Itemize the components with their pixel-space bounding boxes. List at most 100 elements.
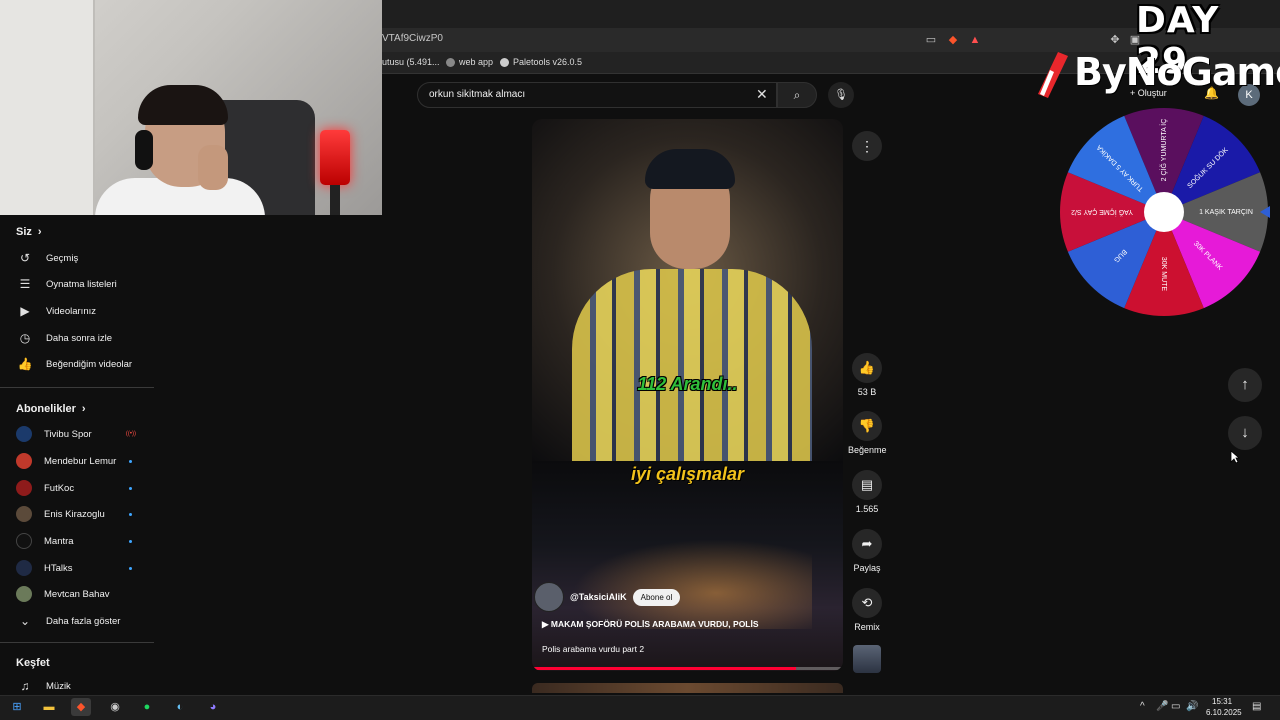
webcam-microphone [320, 130, 350, 185]
sidebar-divider [0, 642, 154, 643]
dislike-button[interactable]: 👎 Beğenme [848, 411, 887, 455]
sidebar-item-history[interactable]: ↺ Geçmiş [16, 247, 146, 269]
sidebar-subscription-item[interactable]: Mevtcan Bahav [16, 583, 146, 605]
arrow-up-icon: ↑ [1241, 376, 1249, 393]
sidebar-subscription-item[interactable]: Mendebur Lemur [16, 450, 146, 472]
like-button[interactable]: 👍 53 B [848, 353, 886, 397]
video-person-hair [645, 149, 735, 189]
thumbs-up-icon: 👍 [852, 353, 882, 383]
show-more-label: Daha fazla göster [46, 615, 121, 627]
heading-label: Siz [16, 226, 32, 238]
brave-rewards-icon[interactable]: ▲ [968, 33, 982, 47]
comments-button[interactable]: ▤ 1.565 [848, 470, 886, 514]
more-options-button[interactable]: ⋮ [852, 131, 882, 161]
bookmark-item[interactable]: utusu (5.491... [382, 57, 440, 67]
chevron-right-icon: › [81, 403, 86, 415]
search-button[interactable]: ⌕ [777, 82, 817, 108]
file-explorer-button[interactable]: ▬ [39, 698, 59, 716]
video-caption-top: 112 Arandı.. [637, 374, 738, 394]
steam-button[interactable]: ◐ [170, 698, 190, 716]
share-button[interactable]: ➦ Paylaş [848, 529, 886, 573]
notification-center-icon[interactable]: ▤ [1252, 701, 1261, 712]
chevron-down-icon: ⌄ [19, 614, 31, 628]
video-title[interactable]: ▶ MAKAM ŞOFÖRÜ POLİS ARABAMA VURDU, POLİ… [542, 619, 759, 630]
sidebar-show-more[interactable]: ⌄ Daha fazla göster [16, 610, 146, 632]
microphone-tray-icon[interactable]: 🎤 [1156, 701, 1168, 712]
tray-overflow-icon[interactable]: ^ [1140, 701, 1145, 712]
your-videos-icon: ▶ [20, 304, 30, 318]
extensions-icon[interactable]: ✥ [1108, 33, 1122, 47]
share-label: Paylaş [853, 563, 881, 573]
shorts-player[interactable]: 112 Arandı.. iyi çalışmalar @TaksiciAliK… [532, 119, 843, 671]
bookmark-item[interactable]: Paletools v26.0.5 [500, 57, 582, 67]
obs-icon: ◉ [110, 701, 120, 713]
network-icon[interactable]: ▭ [1171, 701, 1180, 712]
sidebar-subscriptions-heading[interactable]: Abonelikler › [16, 403, 86, 415]
channel-avatar [16, 480, 32, 496]
bookmark-label: utusu (5.491... [382, 57, 440, 67]
new-content-dot [129, 512, 132, 516]
music-icon: ♫ [20, 679, 30, 693]
brave-browser-button[interactable]: ◆ [71, 698, 91, 716]
sidebar-item-label: Daha sonra izle [46, 332, 113, 344]
wheel-segment-label: YAĞ İÇME ÇAY S/2 [1071, 208, 1133, 217]
folder-icon: ▬ [43, 701, 55, 713]
sidebar-item-your-videos[interactable]: ▶ Videolarınız [16, 300, 146, 322]
channel-avatar [16, 506, 32, 522]
wheel-center [1144, 192, 1184, 232]
next-short-button[interactable]: ↓ [1228, 416, 1262, 450]
webcam-person-hand [198, 145, 228, 190]
obs-button[interactable]: ◉ [105, 698, 125, 716]
voice-search-button[interactable]: 🎙 [828, 82, 854, 108]
microphone-icon: 🎙 [834, 89, 848, 101]
spotify-button[interactable]: ● [137, 698, 157, 716]
discord-button[interactable]: ◕ [203, 698, 223, 716]
bookmark-label: web app [459, 57, 494, 67]
subscribe-button[interactable]: Abone ol [632, 588, 681, 606]
clock-time[interactable]: 15:31 [1212, 697, 1232, 706]
start-button[interactable]: ⊞ [7, 698, 27, 716]
volume-icon[interactable]: 🔊 [1186, 701, 1198, 712]
watch-later-icon: ◷ [19, 331, 31, 345]
bookmark-label: Paletools v26.0.5 [513, 57, 583, 67]
clock-date[interactable]: 6.10.2025 [1206, 708, 1242, 717]
discord-icon: ◕ [209, 701, 217, 713]
channel-name: Mendebur Lemur [44, 455, 117, 467]
channel-avatar [16, 560, 32, 576]
channel-handle[interactable]: @TaksiciAliK [570, 592, 627, 602]
cast-icon[interactable]: ▭ [924, 33, 938, 47]
webcam-mic-stand [330, 185, 340, 215]
webcam-person-hair [138, 85, 228, 125]
search-input[interactable]: orkun sikitmak almacı [429, 89, 525, 100]
sidebar-subscription-item[interactable]: Tivibu Spor ((•)) [16, 423, 146, 445]
sidebar-subscription-item[interactable]: Mantra [16, 530, 146, 552]
channel-name: Enis Kirazoglu [44, 508, 105, 520]
bookmark-favicon-icon [446, 57, 455, 67]
channel-avatar[interactable] [534, 582, 564, 612]
sidebar-item-playlists[interactable]: ☰ Oynatma listeleri [16, 273, 146, 295]
clear-search-icon[interactable]: ✕ [756, 87, 768, 101]
sidebar-item-liked-videos[interactable]: 👍 Beğendiğim videolar [16, 353, 146, 375]
video-person-shirt [572, 269, 812, 461]
spotify-icon: ● [143, 701, 151, 713]
steam-icon: ◐ [176, 701, 184, 713]
sidebar-item-label: Videolarınız [46, 305, 96, 317]
thumbs-down-icon: 👎 [852, 411, 882, 441]
sidebar-subscription-item[interactable]: Enis Kirazoglu [16, 503, 146, 525]
sidebar-subscription-item[interactable]: FutKoc [16, 477, 146, 499]
video-description: Polis arabama vurdu part 2 [542, 644, 645, 654]
brave-shield-icon[interactable]: ◆ [946, 33, 960, 47]
sidebar-subscription-item[interactable]: HTalks [16, 557, 146, 579]
sidebar-item-watch-later[interactable]: ◷ Daha sonra izle [16, 327, 146, 349]
previous-short-button[interactable]: ↑ [1228, 368, 1262, 402]
remix-button[interactable]: ⟲ Remix [848, 588, 886, 632]
bookmark-item[interactable]: web app [446, 57, 493, 67]
sidebar-item-music[interactable]: ♫ Müzik [16, 675, 146, 697]
play-icon: ▶ [542, 619, 551, 629]
sidebar-you-heading[interactable]: Siz › [16, 226, 42, 238]
comment-count: 1.565 [855, 504, 879, 514]
url-text[interactable]: VTAf9CiwzP0 [382, 33, 443, 44]
next-short-peek[interactable] [532, 683, 843, 693]
sound-thumbnail[interactable] [853, 645, 881, 673]
bookmark-favicon-icon [500, 57, 509, 67]
